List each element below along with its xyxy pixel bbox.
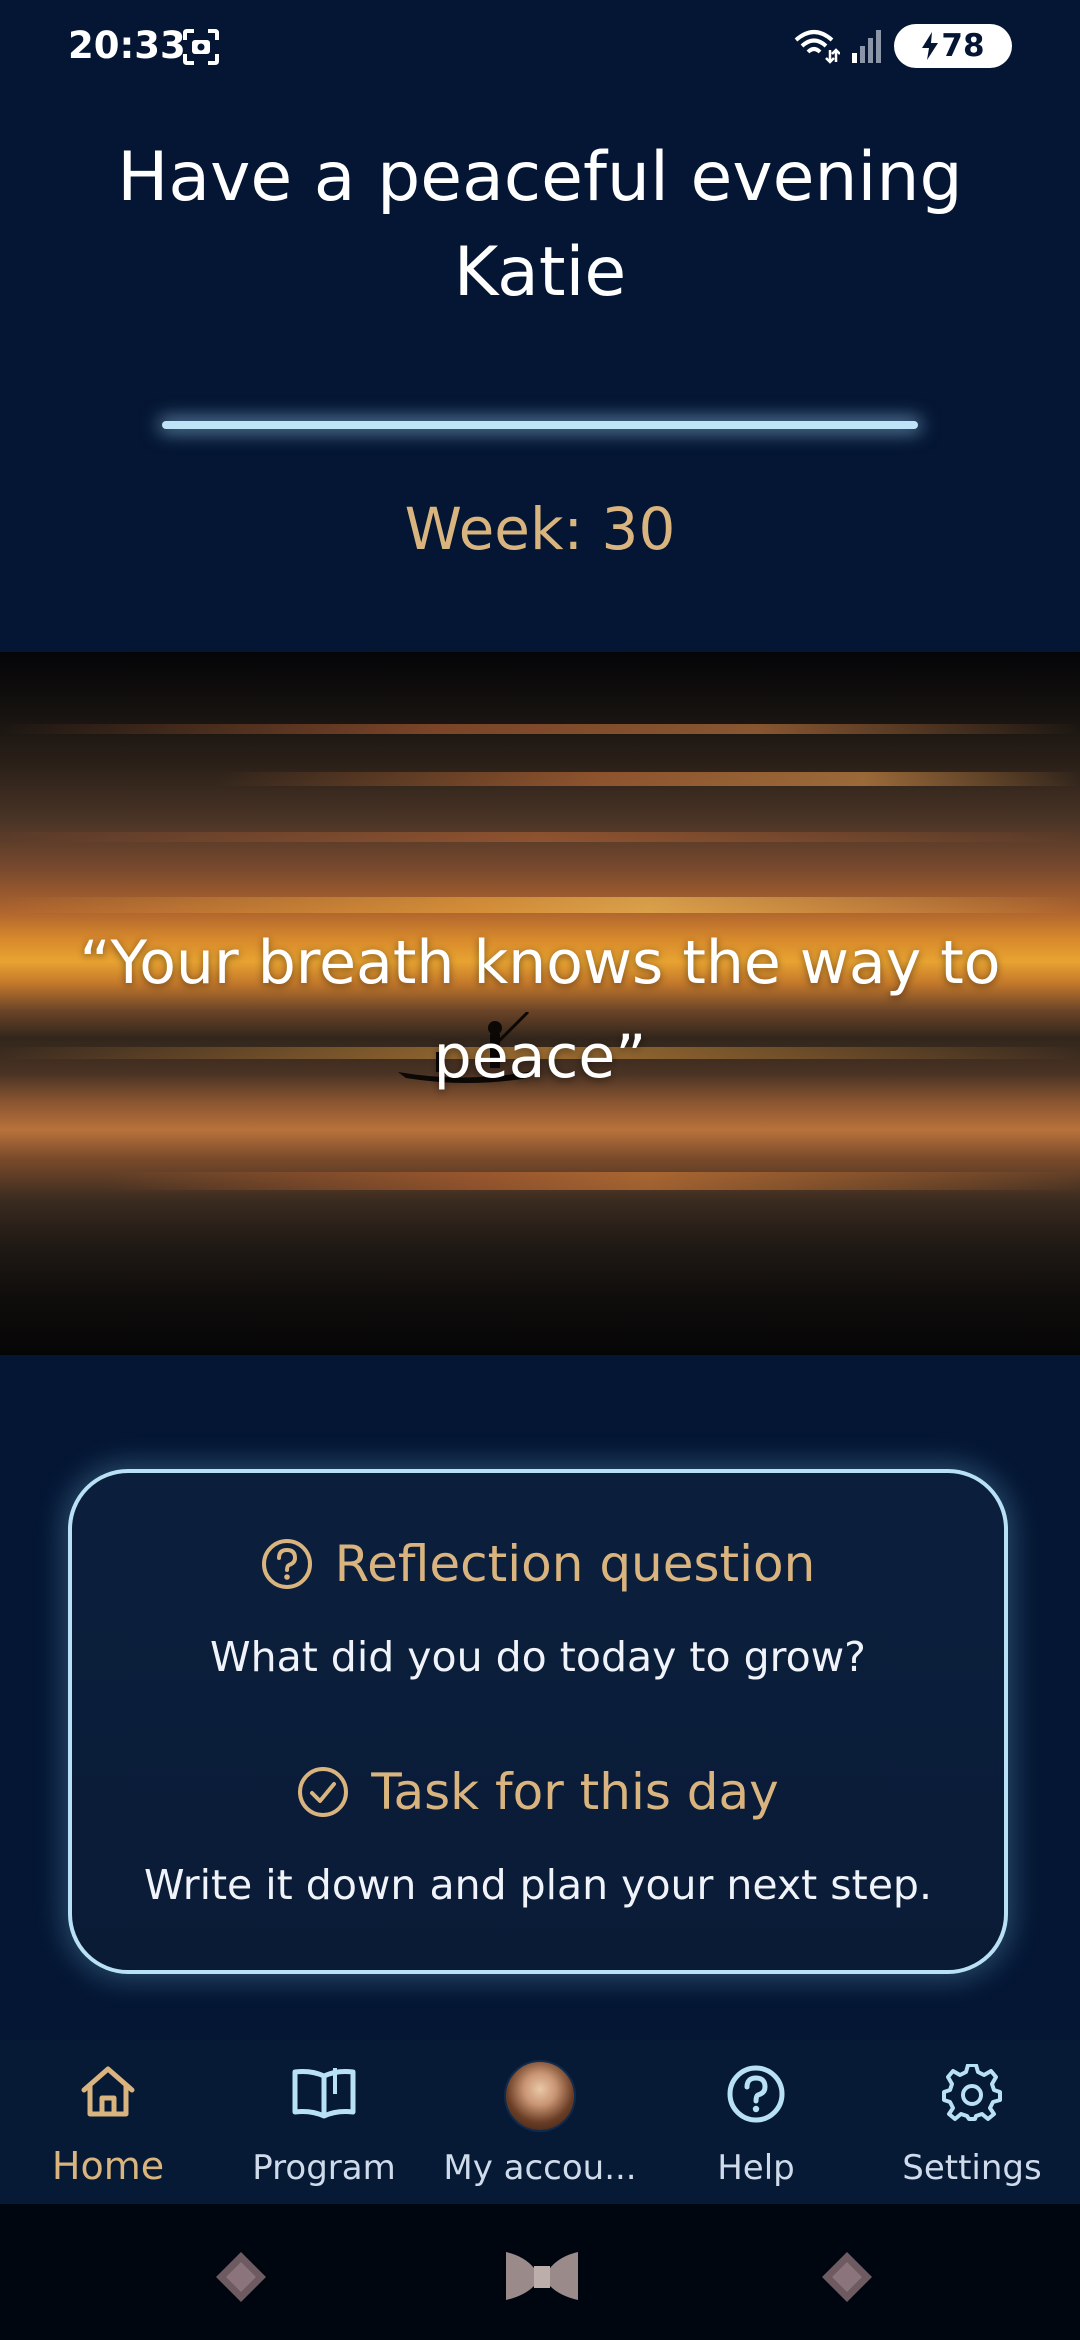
cloud-streak: [0, 724, 1080, 734]
nav-program[interactable]: Program: [216, 2040, 432, 2204]
wifi-icon: [794, 30, 840, 64]
back-button-icon[interactable]: [214, 2250, 268, 2304]
greeting-line: Have a peaceful evening: [117, 138, 963, 217]
cloud-streak: [0, 772, 1080, 786]
screenshot-icon: [183, 29, 219, 65]
nav-program-label: Program: [252, 2148, 396, 2188]
task-title: Task for this day: [371, 1763, 779, 1821]
greeting-header: Have a peaceful evening Katie: [0, 130, 1080, 320]
task-text: Write it down and plan your next step.: [144, 1861, 932, 1909]
user-name: Katie: [453, 233, 627, 312]
reflection-title: Reflection question: [334, 1535, 816, 1593]
battery-indicator: 78: [894, 24, 1012, 68]
system-nav-bar: [0, 2204, 1080, 2340]
nav-settings[interactable]: Settings: [864, 2040, 1080, 2204]
nav-help-label: Help: [717, 2148, 795, 2188]
status-time: 20:33: [68, 24, 186, 67]
home-button-icon[interactable]: [504, 2246, 580, 2306]
avatar: [504, 2060, 576, 2132]
signal-icon: [852, 30, 881, 63]
status-bar: 20:33 78: [0, 0, 1080, 100]
cloud-streak: [0, 832, 1080, 842]
week-label: Week: 30: [404, 495, 676, 563]
gear-icon: [942, 2064, 1002, 2121]
check-circle-icon: [298, 1767, 349, 1817]
book-icon: [292, 2068, 356, 2119]
header-divider: [162, 421, 918, 429]
nav-home-label: Home: [51, 2144, 165, 2188]
battery-level: 78: [941, 28, 985, 64]
status-icons: 78: [794, 24, 1012, 68]
sun-glow: [0, 897, 1080, 913]
daily-card: Reflection question What did you do toda…: [68, 1469, 1008, 1974]
task-title-row: Task for this day: [72, 1763, 1004, 1821]
charging-icon: [922, 32, 939, 60]
reflection-title-row: Reflection question: [72, 1535, 1004, 1593]
home-icon: [81, 2066, 135, 2117]
nav-help[interactable]: Help: [648, 2040, 864, 2204]
water-reflection: [0, 1172, 1080, 1190]
nav-settings-label: Settings: [902, 2148, 1042, 2188]
sunset-hero-image: “Your breath knows the way to peace”: [0, 652, 1080, 1355]
recents-button-icon[interactable]: [820, 2250, 874, 2304]
question-circle-icon: [261, 1539, 312, 1589]
bottom-nav: Home Program My accou... Help Settings: [0, 2040, 1080, 2204]
nav-my-account-label: My accou...: [443, 2148, 637, 2188]
daily-quote: “Your breath knows the way to peace”: [79, 928, 1001, 1092]
nav-my-account[interactable]: My accou...: [432, 2040, 648, 2204]
nav-home[interactable]: Home: [0, 2040, 216, 2204]
help-icon: [727, 2065, 785, 2123]
reflection-question: What did you do today to grow?: [210, 1633, 866, 1681]
